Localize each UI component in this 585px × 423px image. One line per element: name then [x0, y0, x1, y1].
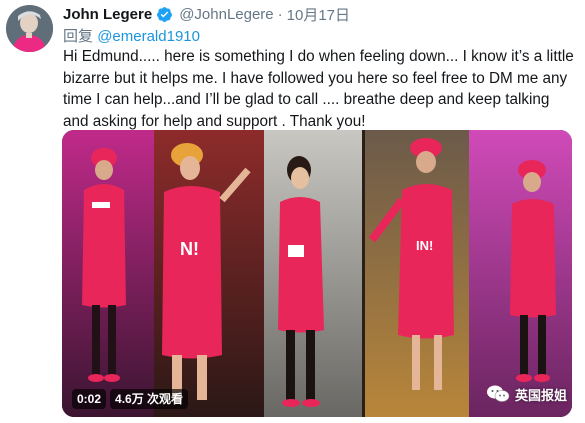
video-view-count: 4.6万 次观看 — [110, 389, 189, 409]
avatar-image — [6, 5, 53, 52]
wechat-icon — [487, 385, 510, 402]
video-player[interactable]: N! IN! — [62, 130, 572, 417]
video-thumbnail: N! IN! — [62, 130, 572, 417]
video-duration: 0:02 — [72, 389, 107, 409]
reply-mention-link[interactable]: @emerald1910 — [97, 28, 200, 45]
svg-text:N!: N! — [180, 239, 199, 259]
video-meta: 0:02 4.6万 次观看 — [72, 389, 189, 409]
tweet-date[interactable]: 10月17日 — [287, 4, 350, 25]
tweet-text: Hi Edmund..... here is something I do wh… — [63, 48, 574, 130]
reply-context: 回复 @emerald1910 — [63, 25, 200, 46]
tweet-header: John Legere @JohnLegere · 10月17日 — [63, 4, 350, 24]
reply-prefix: 回复 — [63, 28, 94, 45]
author-handle[interactable]: @JohnLegere — [179, 6, 273, 23]
watermark: 英国报姐 — [486, 384, 567, 404]
verified-badge-icon — [157, 6, 173, 22]
author-name[interactable]: John Legere — [63, 6, 152, 23]
tweet-card: John Legere @JohnLegere · 10月17日 回复 @eme… — [0, 0, 585, 423]
avatar[interactable] — [6, 5, 53, 52]
watermark-label: 英国报姐 — [515, 387, 568, 403]
svg-text:IN!: IN! — [416, 238, 433, 253]
separator-dot: · — [277, 5, 283, 23]
